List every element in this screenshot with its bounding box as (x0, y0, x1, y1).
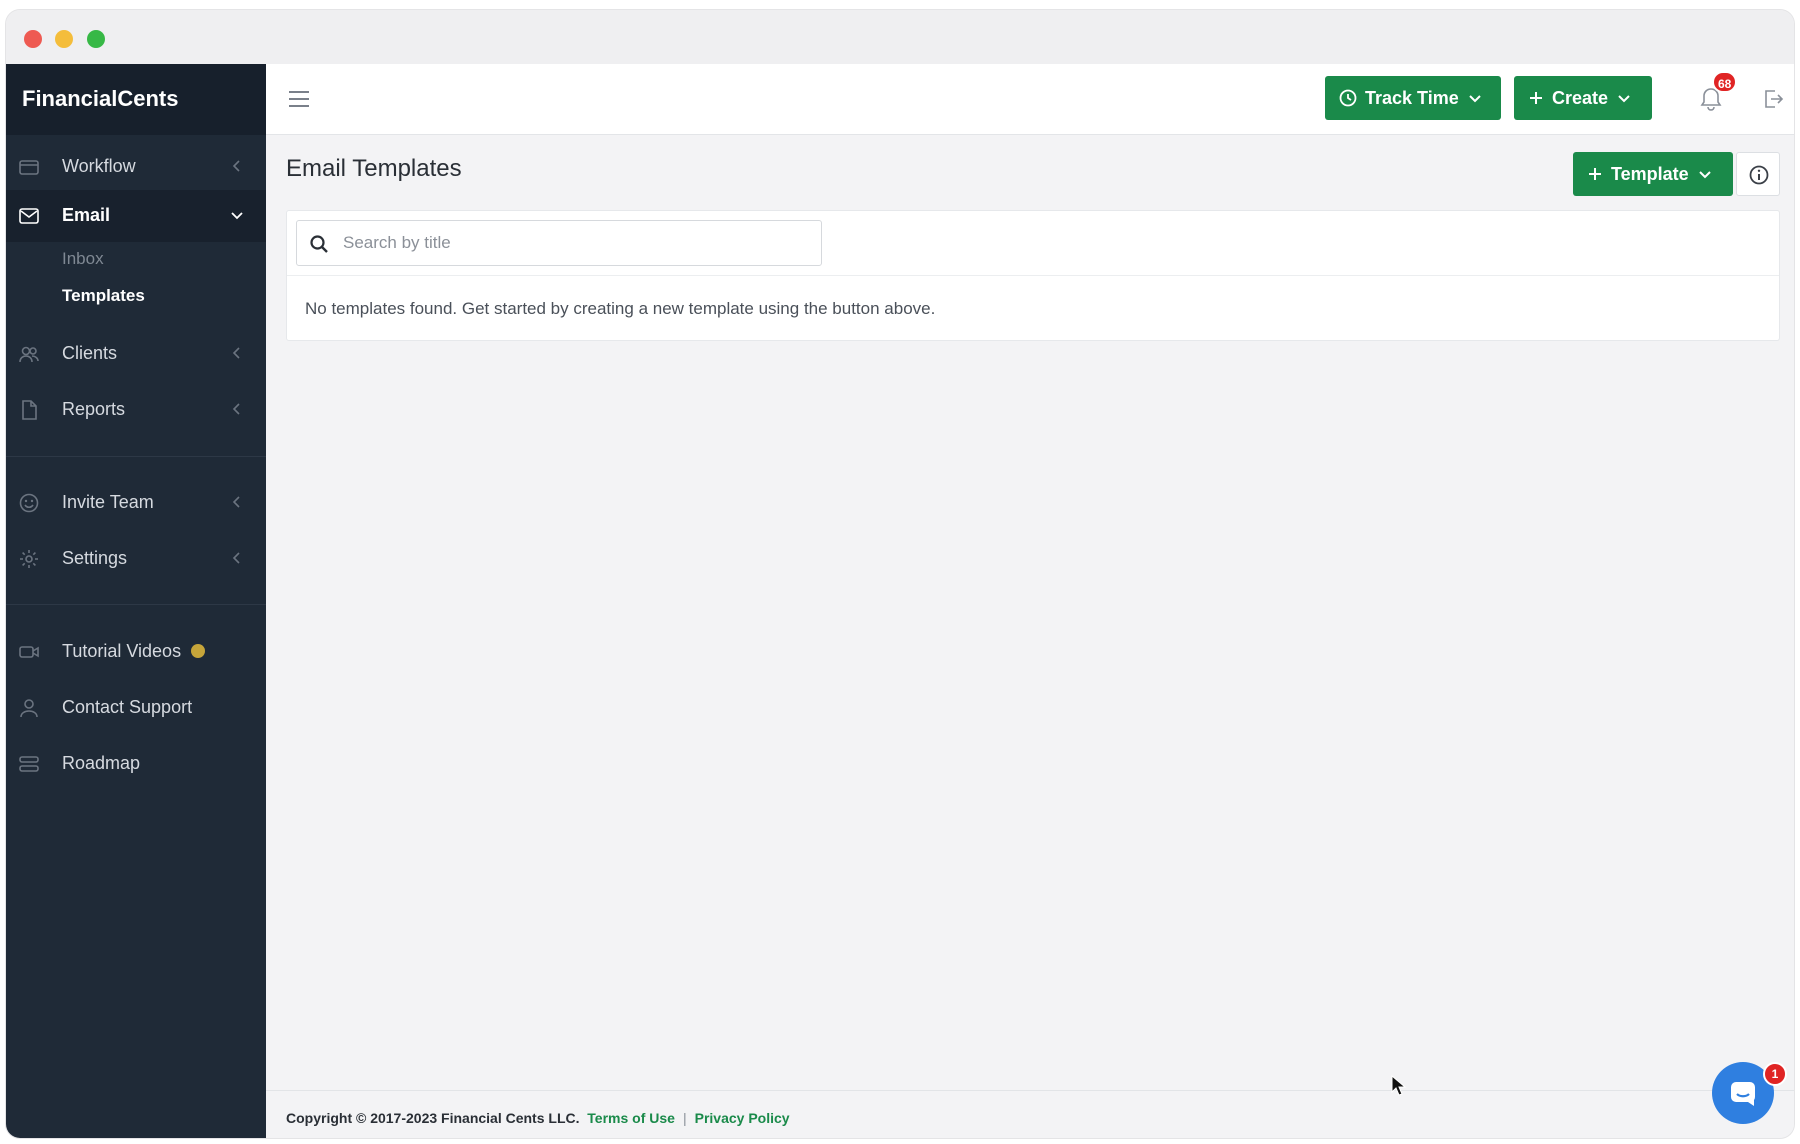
file-icon (22, 400, 37, 420)
app-window: FinancialCents Workflow Email Inbox Temp… (6, 10, 1794, 1138)
search-icon (310, 235, 328, 253)
chevron-left-icon (232, 347, 240, 359)
info-button[interactable] (1736, 152, 1780, 196)
sidebar-item-label: Tutorial Videos (62, 641, 206, 662)
templates-panel: No templates found. Get started by creat… (286, 210, 1780, 341)
plus-icon (1530, 92, 1542, 104)
footer-separator: | (682, 1110, 687, 1126)
hamburger-menu-icon[interactable] (288, 90, 310, 108)
sidebar-item-label: Settings (62, 548, 128, 568)
track-time-button[interactable]: Track Time (1325, 76, 1501, 120)
search-box (296, 220, 822, 266)
chevron-down-icon (1618, 95, 1630, 103)
sidebar-item-label: Email (62, 205, 111, 225)
track-time-label: Track Time (1365, 87, 1459, 108)
add-template-button[interactable]: Template (1573, 152, 1733, 196)
plus-icon (1589, 168, 1601, 180)
window-minimize-button[interactable] (55, 30, 73, 48)
window-maximize-button[interactable] (87, 30, 105, 48)
sidebar-item-label: Reports (62, 399, 126, 419)
chevron-left-icon (232, 160, 240, 172)
chevron-down-icon (231, 212, 243, 220)
footer: Copyright © 2017-2023 Financial Cents LL… (286, 1110, 790, 1126)
window-titlebar (6, 10, 1794, 64)
sidebar-item-label: Roadmap (62, 753, 141, 773)
user-icon (20, 699, 38, 718)
search-input[interactable] (343, 221, 813, 265)
chevron-left-icon (232, 403, 240, 415)
brand-header: FinancialCents (6, 64, 266, 135)
empty-state-message: No templates found. Get started by creat… (305, 299, 936, 318)
panel-divider (287, 275, 1779, 276)
sidebar-item-clients[interactable]: Clients (6, 328, 266, 380)
video-icon (19, 646, 39, 658)
create-label: Create (1552, 87, 1609, 108)
page-title: Email Templates (286, 155, 462, 182)
chat-icon (1731, 1082, 1755, 1106)
new-indicator-dot (191, 644, 206, 658)
gear-icon (20, 550, 38, 568)
sidebar-divider (6, 456, 266, 457)
chevron-left-icon (232, 552, 240, 564)
sidebar-subitem-inbox[interactable]: Inbox (62, 249, 104, 269)
smile-icon (19, 493, 39, 513)
mouse-cursor-icon (1391, 1075, 1407, 1096)
sidebar-subitem-templates[interactable]: Templates (62, 286, 145, 306)
brand-logo-text[interactable]: FinancialCents (22, 86, 178, 112)
sidebar-item-email[interactable]: Email (6, 190, 266, 242)
sidebar-divider (6, 604, 266, 605)
sidebar-item-workflow[interactable]: Workflow (6, 141, 266, 193)
clock-icon (1339, 89, 1357, 107)
chat-unread-badge: 1 (1763, 1062, 1787, 1086)
sidebar-item-contact-support[interactable]: Contact Support (6, 682, 266, 734)
sidebar-item-label: Contact Support (62, 697, 193, 717)
sidebar-item-roadmap[interactable]: Roadmap (6, 738, 266, 790)
sidebar-item-reports[interactable]: Reports (6, 384, 266, 436)
folder-icon (19, 160, 39, 175)
template-button-label: Template (1611, 163, 1689, 184)
sidebar-item-invite-team[interactable]: Invite Team (6, 477, 266, 529)
copyright-text: Copyright © 2017-2023 Financial Cents LL… (286, 1110, 580, 1126)
create-button[interactable]: Create (1514, 76, 1652, 120)
logout-icon[interactable] (1762, 88, 1784, 110)
envelope-icon (19, 208, 39, 224)
layers-icon (19, 756, 39, 772)
sidebar-item-settings[interactable]: Settings (6, 533, 266, 585)
top-bar: Track Time Create 68 (266, 64, 1794, 135)
sidebar-item-label: Workflow (62, 156, 136, 176)
info-icon (1749, 165, 1769, 185)
chevron-down-icon (1698, 171, 1711, 179)
notification-badge: 68 (1712, 71, 1738, 93)
sidebar: FinancialCents Workflow Email Inbox Temp… (6, 64, 266, 1138)
sidebar-item-tutorial-videos[interactable]: Tutorial Videos (6, 626, 266, 678)
sidebar-item-label-text: Tutorial Videos (62, 641, 182, 661)
users-icon (19, 346, 39, 363)
terms-link[interactable]: Terms of Use (587, 1110, 675, 1126)
privacy-link[interactable]: Privacy Policy (695, 1110, 790, 1126)
chevron-left-icon (232, 496, 240, 508)
window-close-button[interactable] (24, 30, 42, 48)
sidebar-item-label: Invite Team (62, 492, 154, 512)
footer-divider (266, 1090, 1794, 1091)
main-content: Email Templates Template No templates fo… (266, 135, 1794, 1138)
sidebar-item-label: Clients (62, 343, 118, 363)
chevron-down-icon (1469, 95, 1481, 103)
